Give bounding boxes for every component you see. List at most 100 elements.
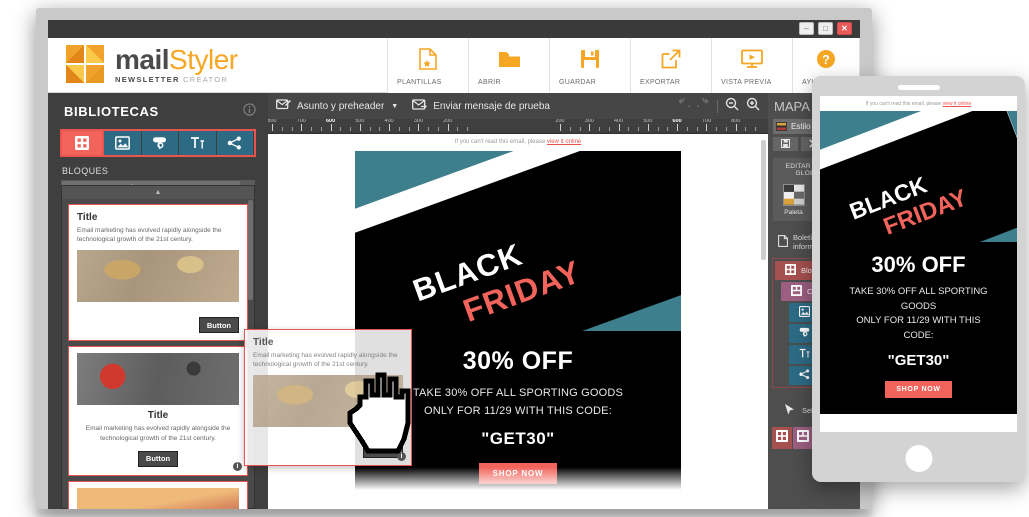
chevron-down-icon[interactable]: ▼ (391, 103, 398, 110)
save-disk-icon (580, 46, 600, 72)
map-tab-cells[interactable] (793, 427, 814, 449)
block-card-image (77, 487, 239, 509)
email-hero[interactable]: your logo HERE (355, 151, 681, 331)
ruler-minor-tick (657, 127, 659, 131)
subject-preheader-label: Asunto y preheader (297, 100, 385, 112)
toolbar-button-vista-previa[interactable]: VISTA PREVIA (711, 38, 792, 93)
zoom-out-icon[interactable] (725, 97, 739, 116)
ruler-label: 500 (643, 119, 653, 124)
desk-shadow (36, 509, 872, 517)
ruler-minor-tick (398, 127, 400, 131)
mobile-shop-now-button[interactable]: SHOP NOW (885, 380, 952, 398)
block-card-button[interactable]: Button (137, 450, 179, 467)
preheader-copy: If you can't read this email, please (454, 139, 547, 145)
library-tab-social[interactable] (216, 131, 254, 155)
send-test-button[interactable]: Enviar mensaje de prueba (412, 98, 550, 114)
library-tab-blocks[interactable] (62, 131, 104, 155)
toolbar-button-exportar[interactable]: EXPORTAR (630, 38, 711, 93)
shop-now-button[interactable]: SHOP NOW (478, 463, 558, 485)
info-badge-icon[interactable]: i (233, 461, 242, 471)
preview-monitor-icon (741, 46, 763, 72)
save-disk-icon (781, 135, 791, 153)
canvas-toolbar-right (677, 95, 768, 116)
library-tab-images[interactable] (104, 131, 142, 155)
ruler-minor-tick (599, 127, 601, 131)
collapse-toggle[interactable]: ▲ (62, 186, 254, 199)
brand-tagline: NEWSLETTER CREATOR (115, 76, 238, 84)
toolbar-label-plantillas: PLANTILLAS (397, 79, 442, 86)
brand-name: mailStyler (115, 46, 238, 74)
laptop-frame: – □ ✕ mailStyler NEWSLETTER CREATOR PLAN… (36, 8, 872, 509)
canvas-scrollbar[interactable] (761, 140, 766, 260)
mobile-preheader-link[interactable]: view it online (943, 101, 972, 107)
subject-preheader-button[interactable]: Asunto y preheader ▼ (276, 98, 398, 114)
brand-tagline-part1: NEWSLETTER (115, 75, 184, 85)
ruler-minor-tick (725, 127, 727, 131)
grid-icon (75, 136, 89, 150)
libraries-panel: BIBLIOTECAS BLOQUES ▲ Title Email market… (48, 93, 268, 509)
info-circle-icon[interactable] (243, 103, 256, 116)
ruler-minor-tick (745, 127, 747, 131)
image-icon (114, 136, 130, 150)
document-icon (778, 235, 788, 249)
mailstyler-pinwheel-icon (66, 45, 106, 85)
toolbar-label-exportar: EXPORTAR (640, 79, 681, 86)
ruler-minor-tick (281, 127, 283, 131)
export-arrow-icon (661, 46, 681, 72)
block-card[interactable] (68, 480, 248, 509)
ruler-minor-tick (467, 127, 469, 131)
minimize-button[interactable]: – (799, 22, 814, 35)
button-icon (152, 136, 167, 150)
grid-icon (776, 429, 788, 447)
library-tab-texts[interactable] (179, 131, 217, 155)
blocks-scrollbar[interactable] (248, 200, 253, 300)
save-style-button[interactable] (773, 135, 799, 153)
phone-home-button[interactable] (905, 445, 932, 472)
preheader-link[interactable]: view it online (547, 139, 581, 145)
map-tab-blocks[interactable] (772, 427, 793, 449)
map-panel-title: MAPA (774, 99, 810, 114)
mobile-preview-screen[interactable]: If you can't read this email, please vie… (820, 96, 1017, 432)
toolbar-button-guardar[interactable]: GUARDAR (549, 38, 630, 93)
ruler-tick (301, 124, 303, 131)
ruler-label: 600 (325, 119, 336, 124)
block-card[interactable]: Title Email marketing has evolved rapidl… (68, 204, 248, 342)
blocks-section-label: BLOQUES (62, 166, 109, 176)
ruler-label: 700 (701, 119, 712, 124)
ruler-minor-tick (608, 127, 610, 131)
blocks-list[interactable]: ▲ Title Email marketing has evolved rapi… (61, 185, 255, 509)
toolbar-button-plantillas[interactable]: PLANTILLAS (387, 38, 468, 93)
zoom-in-icon[interactable] (746, 97, 760, 116)
ruler-minor-tick (569, 127, 571, 131)
send-test-label: Enviar mensaje de prueba (433, 100, 550, 112)
cells-icon (797, 429, 809, 447)
undo-icon[interactable] (677, 95, 694, 115)
mobile-preview-device: If you can't read this email, please vie… (812, 76, 1025, 482)
grid-icon (785, 264, 796, 277)
maximize-button[interactable]: □ (818, 22, 833, 35)
close-button[interactable]: ✕ (837, 22, 852, 35)
toolbar-button-abrir[interactable]: ABRIR (468, 38, 549, 93)
ruler-minor-tick (755, 127, 757, 131)
ruler-tick (272, 124, 273, 131)
ruler-minor-tick (350, 127, 352, 131)
block-card[interactable]: Title Email marketing has evolved rapidl… (68, 346, 248, 476)
ruler-tick (735, 124, 737, 131)
ruler-minor-tick (379, 127, 381, 131)
app-body: BIBLIOTECAS BLOQUES ▲ Title Email market… (48, 93, 860, 509)
mobile-offer-line4: CODE: (903, 330, 934, 342)
ruler-minor-tick (320, 127, 322, 131)
envelope-edit-icon (276, 98, 297, 114)
ruler-tick (330, 124, 332, 131)
text-icon (799, 348, 810, 361)
ruler-minor-tick (667, 127, 669, 131)
envelope-send-icon (412, 98, 433, 114)
palette-button[interactable]: Paleta (782, 184, 805, 216)
redo-icon[interactable] (693, 95, 710, 115)
library-tab-buttons[interactable] (141, 131, 179, 155)
ruler-tick (589, 124, 591, 131)
block-card-button[interactable]: Button (198, 317, 239, 334)
app-logo: mailStyler NEWSLETTER CREATOR (48, 38, 387, 92)
cells-icon (791, 285, 802, 298)
cursor-arrow-icon (784, 403, 796, 418)
